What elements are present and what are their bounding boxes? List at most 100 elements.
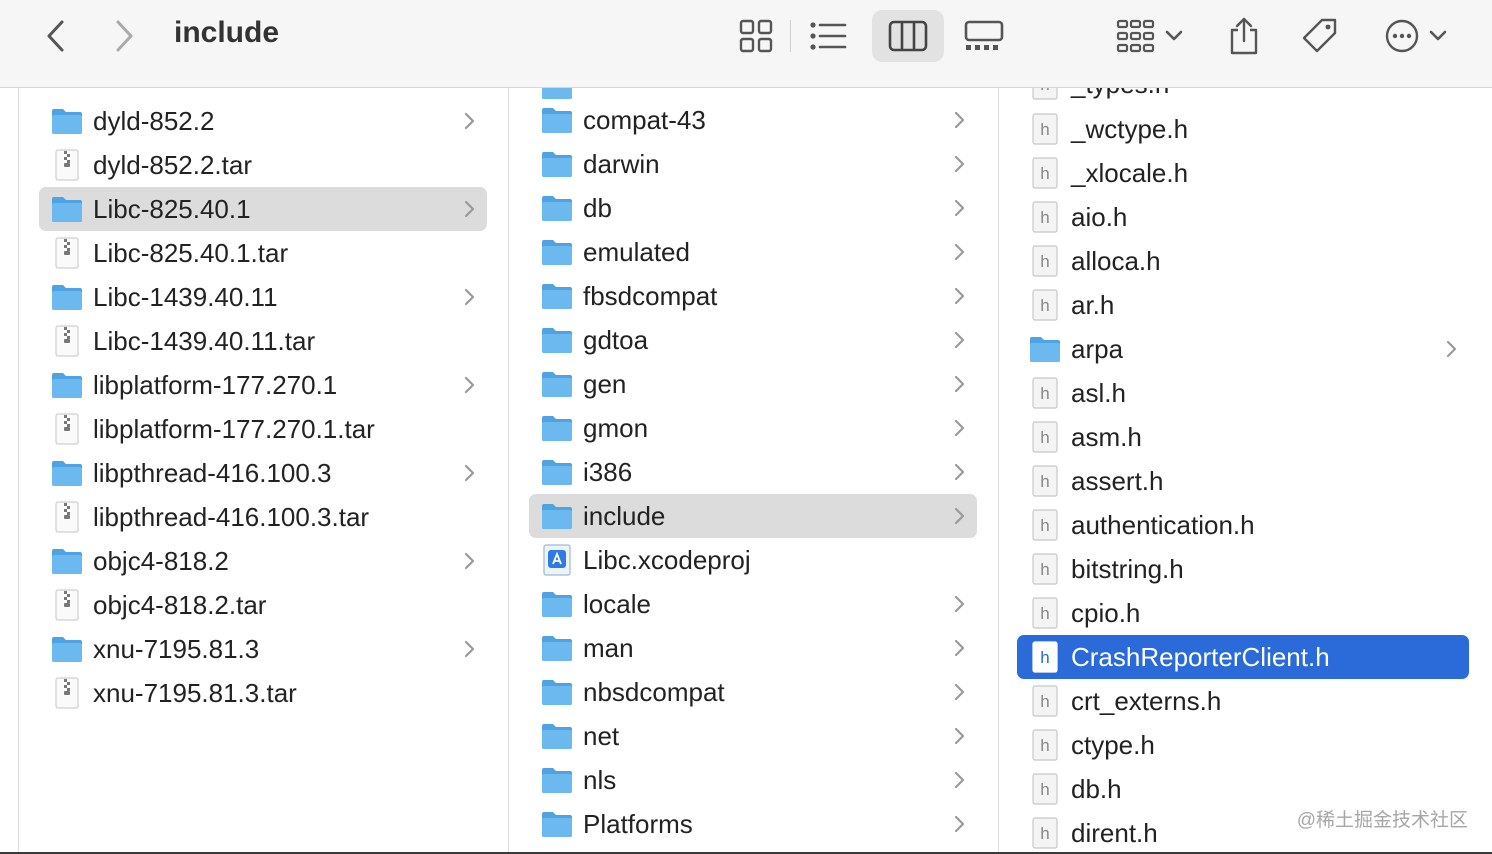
icon-view-button[interactable] [720,10,792,62]
browser-column-2[interactable]: compat-43 darwin db emulated fbsdcompat gdtoa… [508,88,997,854]
list-item-label: asm.h [1071,421,1142,452]
list-item[interactable]: h CrashReporterClient.h [1017,635,1469,679]
chevron-right-icon [1439,337,1463,361]
gallery-view-icon [964,20,1004,50]
browser-column-3[interactable]: h _types.h h_wctype.hh_xlocale.hhaio.hha… [998,88,1492,854]
list-item[interactable]: nls [529,758,977,802]
list-item-label: include [583,500,666,531]
list-item-label: libplatform-177.270.1 [93,369,338,400]
list-item[interactable]: xnu-7195.81.3 [39,627,487,671]
list-item[interactable]: Libc-825.40.1.tar [39,231,487,275]
chevron-right-icon [457,637,481,661]
list-item-label: gen [583,368,627,399]
list-item[interactable]: h bitstring.h [1017,547,1469,591]
list-item[interactable]: db [529,186,977,230]
header-file-icon: h [1029,465,1061,497]
back-button[interactable] [36,14,76,58]
chevron-right-icon [947,196,971,220]
list-item[interactable]: h cpio.h [1017,591,1469,635]
list-item[interactable]: h ar.h [1017,283,1469,327]
header-file-icon: h [1029,509,1061,541]
list-item[interactable]: include [529,494,977,538]
list-item-label: asl.h [1071,377,1126,408]
svg-text:h: h [1040,208,1049,227]
chevron-right-icon [457,373,481,397]
list-item-label: compat-43 [583,104,706,135]
share-button[interactable] [1216,8,1272,64]
list-item[interactable]: i386 [529,450,977,494]
list-item[interactable]: nbsdcompat [529,670,977,714]
list-item[interactable]: fbsdcompat [529,274,977,318]
list-item[interactable]: gdtoa [529,318,977,362]
list-item[interactable]: Libc.xcodeproj [529,538,977,582]
list-item[interactable]: h aio.h [1017,195,1469,239]
header-file-icon: h [1029,553,1061,585]
list-item[interactable]: h assert.h [1017,459,1469,503]
chevron-right-icon [457,549,481,573]
chevron-right-icon [457,285,481,309]
tag-button[interactable] [1292,8,1348,64]
list-item[interactable]: h _types.h [1017,88,1469,106]
list-item[interactable]: objc4-818.2 [39,539,487,583]
list-item[interactable]: arpa [1017,327,1469,371]
list-item[interactable]: h ctype.h [1017,723,1469,767]
list-item[interactable]: libpthread-416.100.3 [39,451,487,495]
window-title: include [174,16,280,49]
list-item[interactable]: h asl.h [1017,371,1469,415]
header-file-icon: h [1029,289,1061,321]
column-view-button[interactable] [872,10,944,62]
segment-divider [790,20,791,52]
column-1-list: dyld-852.2 dyld-852.2.tar Libc-825.40.1 Lib… [19,99,507,715]
list-item[interactable]: man [529,626,977,670]
list-item[interactable]: libplatform-177.270.1 [39,363,487,407]
list-item[interactable]: h authentication.h [1017,503,1469,547]
svg-text:h: h [1040,384,1049,403]
list-item-label: CrashReporterClient.h [1071,641,1330,672]
list-item[interactable]: net [529,714,977,758]
list-item-label: _wctype.h [1071,113,1189,144]
forward-button[interactable] [104,14,144,58]
list-item[interactable]: darwin [529,142,977,186]
browser-column-1[interactable]: dyld-852.2 dyld-852.2.tar Libc-825.40.1 Lib… [18,88,507,854]
more-button[interactable] [1374,10,1458,62]
list-item[interactable]: libpthread-416.100.3.tar [39,495,487,539]
list-item-label: gmon [583,412,649,443]
list-item[interactable]: xnu-7195.81.3.tar [39,671,487,715]
folder-icon [541,192,573,224]
list-item-label: authentication.h [1071,509,1255,540]
list-item[interactable]: compat-43 [529,98,977,142]
list-item-label: dyld-852.2.tar [93,149,252,180]
list-item[interactable]: Platforms [529,802,977,846]
list-item[interactable]: Libc-1439.40.11.tar [39,319,487,363]
chevron-right-icon [947,108,971,132]
svg-text:h: h [1040,472,1049,491]
list-view-button[interactable] [792,10,864,62]
list-item[interactable]: h _xlocale.h [1017,151,1469,195]
list-item[interactable]: locale [529,582,977,626]
group-button[interactable] [1108,10,1192,62]
list-item[interactable]: h _wctype.h [1017,107,1469,151]
list-item-label: nbsdcompat [583,676,725,707]
list-item[interactable]: libplatform-177.270.1.tar [39,407,487,451]
list-item[interactable]: h asm.h [1017,415,1469,459]
gallery-view-button[interactable] [948,10,1020,62]
list-item[interactable]: h alloca.h [1017,239,1469,283]
list-item[interactable]: emulated [529,230,977,274]
list-item-label: libpthread-416.100.3 [93,457,332,488]
list-item[interactable]: dyld-852.2 [39,99,487,143]
list-item[interactable]: Libc-825.40.1 [39,187,487,231]
list-item[interactable]: dyld-852.2.tar [39,143,487,187]
folder-icon [541,412,573,444]
list-item-label: fbsdcompat [583,280,718,311]
svg-text:h: h [1040,252,1049,271]
header-file-icon: h [1029,597,1061,629]
list-item[interactable]: objc4-818.2.tar [39,583,487,627]
svg-text:h: h [1040,164,1049,183]
list-item-label: dyld-852.2 [93,105,215,136]
list-item-label: i386 [583,456,633,487]
list-item[interactable]: Libc-1439.40.11 [39,275,487,319]
folder-icon [541,236,573,268]
list-item[interactable]: h crt_externs.h [1017,679,1469,723]
list-item[interactable]: gen [529,362,977,406]
list-item[interactable]: gmon [529,406,977,450]
